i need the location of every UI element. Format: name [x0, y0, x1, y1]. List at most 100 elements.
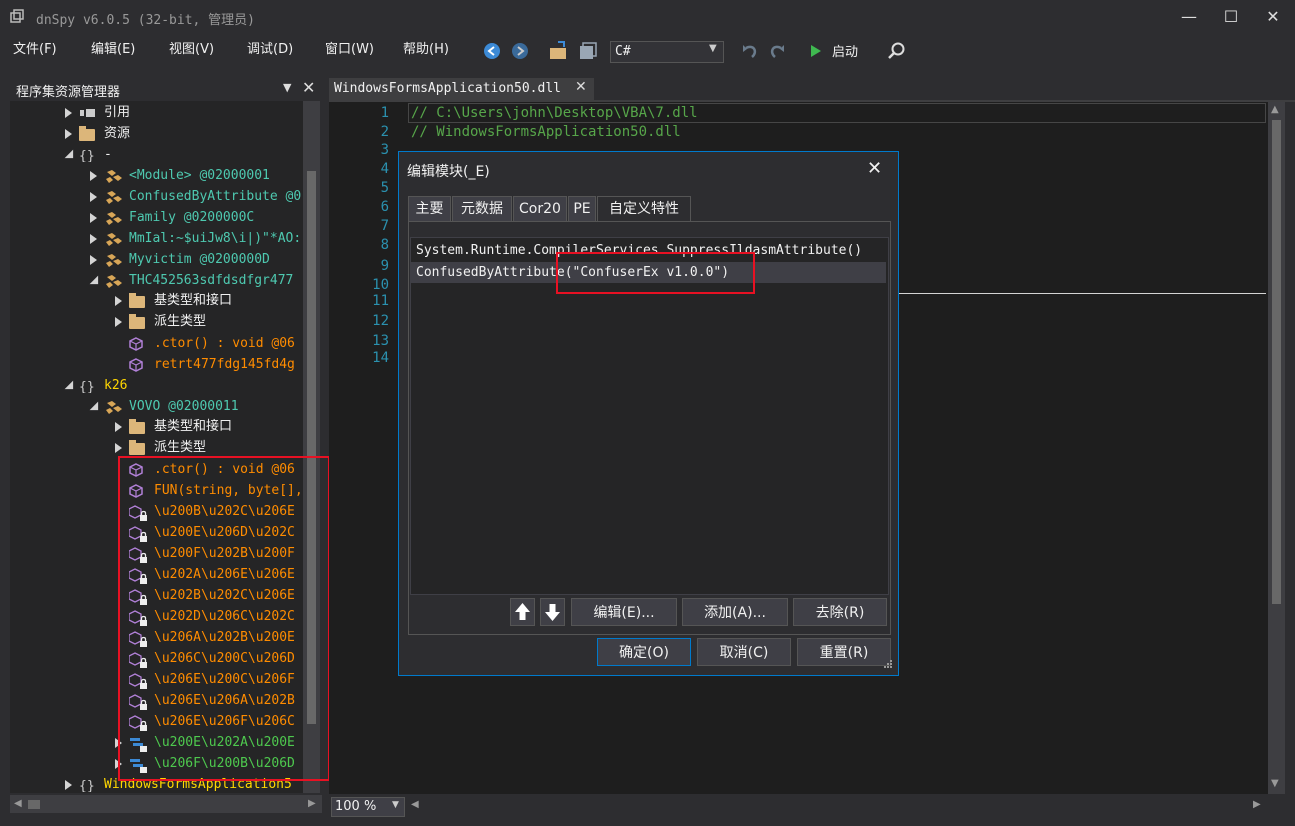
tab-document[interactable]: WindowsFormsApplication50.dll ✕: [329, 78, 594, 100]
resize-grip-icon[interactable]: [881, 659, 893, 671]
tree-row-label: Family @0200000C: [129, 210, 255, 225]
expand-arrow-icon[interactable]: [90, 213, 97, 223]
expand-arrow-icon[interactable]: [115, 317, 122, 327]
reset-button[interactable]: 重置(R): [797, 638, 891, 666]
tab-main[interactable]: 主要: [408, 196, 451, 222]
tab-cor20[interactable]: Cor20: [513, 196, 567, 222]
scroll-left-icon[interactable]: ◀: [14, 798, 22, 809]
maximize-button[interactable]: ☐: [1216, 6, 1246, 28]
tree-row[interactable]: 派生类型: [10, 312, 310, 332]
move-down-button[interactable]: [540, 598, 565, 626]
hscroll-left-icon[interactable]: ◀: [411, 799, 419, 810]
edit-attribute-button[interactable]: 编辑(E)...: [571, 598, 677, 626]
tree-row[interactable]: .ctor() : void @06: [10, 334, 310, 354]
tree-row[interactable]: {} -: [10, 145, 310, 165]
assembly-explorer-header: 程序集资源管理器 ▼ ✕: [10, 78, 322, 100]
undo-icon[interactable]: [740, 40, 760, 62]
expand-arrow-icon[interactable]: [115, 443, 122, 453]
tree-row-label: 基类型和接口: [154, 293, 233, 308]
scroll-up-icon[interactable]: ▲: [1271, 104, 1279, 115]
forward-icon[interactable]: [510, 40, 530, 62]
tree-row[interactable]: 派生类型: [10, 438, 310, 458]
language-value: C#: [615, 44, 631, 59]
zoom-value: 100 %: [335, 799, 377, 814]
close-window-button[interactable]: ✕: [1258, 6, 1288, 28]
line-number: 10: [372, 277, 389, 293]
expand-arrow-icon[interactable]: [65, 129, 72, 139]
edit-module-dialog: 编辑模块(_E) ✕ 主要 元数据 Cor20 PE 自定义特性 System.…: [398, 151, 899, 676]
tree-row[interactable]: retrt477fdg145fd4g: [10, 355, 310, 375]
move-up-button[interactable]: [510, 598, 535, 626]
dialog-title: 编辑模块(_E): [407, 164, 490, 180]
tab-metadata[interactable]: 元数据: [452, 196, 512, 222]
minimize-button[interactable]: —: [1174, 6, 1204, 28]
menu-edit[interactable]: 编辑(E): [91, 38, 135, 57]
search-icon[interactable]: [887, 40, 907, 62]
save-all-icon[interactable]: [576, 40, 598, 62]
tree-row[interactable]: ConfusedByAttribute @0: [10, 187, 310, 207]
tab-close-icon[interactable]: ✕: [575, 79, 587, 95]
tree-row-label: MmIal:~$uiJw8\i|)"*AO:: [129, 231, 302, 246]
add-attribute-button[interactable]: 添加(A)...: [682, 598, 788, 626]
dialog-close-icon[interactable]: ✕: [867, 158, 882, 179]
zoom-select[interactable]: 100 % ▼: [331, 797, 405, 817]
expand-arrow-icon[interactable]: [65, 780, 72, 790]
collapse-arrow-icon[interactable]: [89, 275, 103, 289]
tree-row[interactable]: 基类型和接口: [10, 291, 310, 311]
menu-window[interactable]: 窗口(W): [325, 38, 374, 57]
expand-arrow-icon[interactable]: [115, 296, 122, 306]
collapse-arrow-icon[interactable]: [89, 401, 103, 415]
open-folder-icon[interactable]: [548, 40, 570, 62]
expand-arrow-icon[interactable]: [90, 255, 97, 265]
panel-close-icon[interactable]: ✕: [302, 78, 315, 97]
hscroll-thumb[interactable]: [28, 800, 40, 809]
line-number: 12: [372, 313, 389, 329]
start-icon[interactable]: [808, 40, 824, 62]
tree-row[interactable]: 引用: [10, 103, 310, 123]
tree-row[interactable]: VOVO @02000011: [10, 397, 310, 417]
collapse-arrow-icon[interactable]: [64, 380, 78, 394]
editor-status-bar: ◀ ▶: [329, 796, 1295, 816]
tree-row-label: ConfusedByAttribute @0: [129, 189, 302, 204]
tree-row[interactable]: Family @0200000C: [10, 208, 310, 228]
tab-pe[interactable]: PE: [568, 196, 596, 222]
arrow-down-icon: [545, 604, 560, 621]
language-select[interactable]: C# ▼: [610, 41, 724, 63]
redo-icon[interactable]: [767, 40, 787, 62]
expand-arrow-icon[interactable]: [115, 422, 122, 432]
editor-scroll-thumb[interactable]: [1272, 120, 1281, 604]
line-number: 6: [380, 199, 389, 215]
expand-arrow-icon[interactable]: [90, 192, 97, 202]
panel-dropdown-icon[interactable]: ▼: [283, 81, 291, 94]
scroll-down-icon[interactable]: ▼: [1271, 778, 1279, 789]
tree-horizontal-scrollbar[interactable]: ◀ ▶: [10, 795, 322, 813]
start-button[interactable]: 启动: [832, 41, 858, 60]
line-number: 11: [372, 293, 389, 309]
expand-arrow-icon[interactable]: [65, 108, 72, 118]
tree-row[interactable]: 基类型和接口: [10, 417, 310, 437]
tree-row-label: 基类型和接口: [154, 419, 233, 434]
remove-attribute-button[interactable]: 去除(R): [793, 598, 887, 626]
tree-row[interactable]: {} k26: [10, 376, 310, 396]
tree-row[interactable]: THC452563sdfdsdfgr477: [10, 271, 310, 291]
tree-row-label: Myvictim @0200000D: [129, 252, 270, 267]
cancel-button[interactable]: 取消(C): [697, 638, 791, 666]
menu-debug[interactable]: 调试(D): [247, 38, 293, 57]
tree-row[interactable]: 资源: [10, 124, 310, 144]
back-icon[interactable]: [482, 40, 502, 62]
expand-arrow-icon[interactable]: [90, 234, 97, 244]
menu-view[interactable]: 视图(V): [169, 38, 214, 57]
ok-button[interactable]: 确定(O): [597, 638, 691, 666]
tree-row[interactable]: MmIal:~$uiJw8\i|)"*AO:: [10, 229, 310, 249]
expand-arrow-icon[interactable]: [90, 171, 97, 181]
hscroll-right-icon[interactable]: ▶: [1253, 799, 1261, 810]
tree-row[interactable]: Myvictim @0200000D: [10, 250, 310, 270]
menu-help[interactable]: 帮助(H): [403, 38, 449, 57]
editor-vertical-scrollbar[interactable]: ▲ ▼: [1268, 102, 1285, 794]
collapse-arrow-icon[interactable]: [64, 149, 78, 163]
scroll-right-icon[interactable]: ▶: [308, 798, 316, 809]
menu-file[interactable]: 文件(F): [13, 38, 57, 57]
tree-row[interactable]: <Module> @02000001: [10, 166, 310, 186]
tab-custom-attributes[interactable]: 自定义特性: [597, 196, 691, 222]
svg-text:{}: {}: [79, 779, 95, 792]
